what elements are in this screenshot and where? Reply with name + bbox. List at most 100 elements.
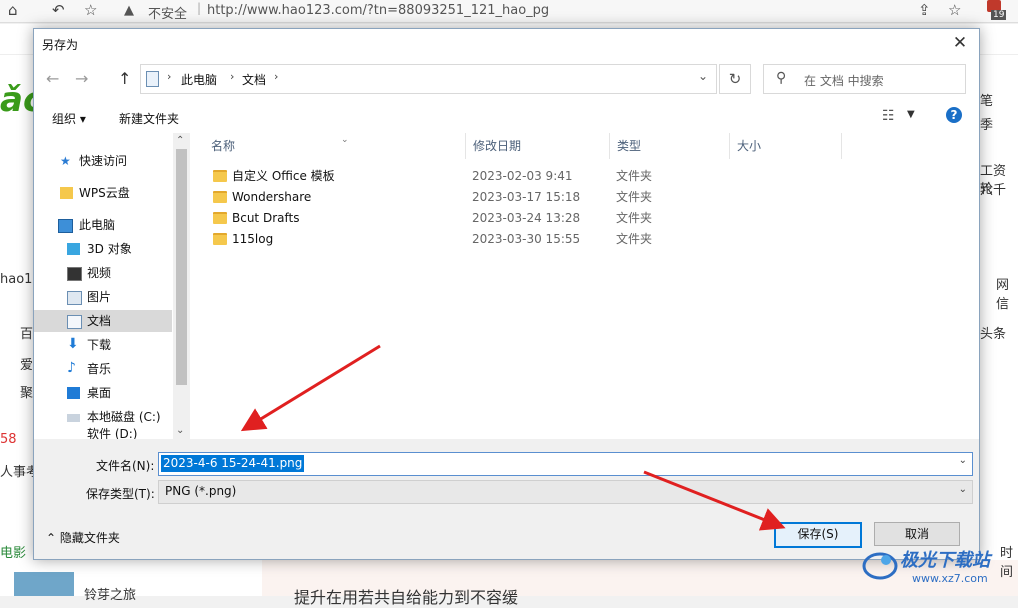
- file-name: Wondershare: [232, 190, 312, 204]
- nav-item-pictures[interactable]: 图片: [34, 286, 172, 308]
- breadcrumb-this-pc[interactable]: 此电脑: [181, 71, 217, 88]
- breadcrumb-documents[interactable]: 文档: [242, 71, 266, 88]
- bg-text: 提升在用若共自给能力到不容缓: [294, 588, 519, 607]
- file-row[interactable]: 115log 2023-03-30 15:55 文件夹: [191, 229, 978, 250]
- file-type: 文件夹: [616, 190, 653, 204]
- search-placeholder: 在 文档 中搜索: [804, 74, 884, 88]
- star-icon[interactable]: ☆: [84, 1, 97, 19]
- folder-icon: [213, 191, 227, 203]
- file-row[interactable]: Bcut Drafts 2023-03-24 13:28 文件夹: [191, 208, 978, 229]
- browser-toolbar: ⌂ ↶ ☆ ▲ 不安全 | http://www.hao123.com/?tn=…: [0, 0, 1018, 23]
- bg-text: 轮: [980, 182, 994, 197]
- nav-item-videos[interactable]: 视频: [34, 262, 172, 284]
- bg-text: 笔: [980, 94, 994, 109]
- video-icon: [67, 267, 82, 281]
- forward-arrow-icon[interactable]: →: [75, 69, 88, 88]
- nav-item-label: 3D 对象: [87, 242, 132, 256]
- search-input[interactable]: ⚲ 在 文档 中搜索: [763, 64, 966, 94]
- file-date: 2023-03-30 15:55: [472, 232, 581, 246]
- filename-input[interactable]: 2023-4-6 15-24-41.png ⌄: [158, 452, 973, 476]
- organize-menu[interactable]: 组织 ▾: [52, 110, 86, 127]
- desktop-icon: [67, 387, 80, 399]
- chevron-down-icon[interactable]: ⌄: [698, 69, 708, 83]
- filetype-select[interactable]: PNG (*.png) ⌄: [158, 480, 973, 504]
- nav-item-label: WPS云盘: [79, 186, 130, 200]
- browser-url[interactable]: http://www.hao123.com/?tn=88093251_121_h…: [207, 3, 549, 18]
- address-separator: |: [197, 1, 202, 15]
- view-dropdown-icon[interactable]: ▼: [907, 109, 915, 120]
- column-header-date[interactable]: 修改日期: [466, 133, 610, 159]
- chevron-down-icon[interactable]: ⌄: [959, 484, 967, 495]
- scroll-up-icon[interactable]: ⌃: [176, 135, 184, 146]
- folder-icon: [213, 233, 227, 245]
- organize-label: 组织: [52, 112, 77, 126]
- watermark-logo: [862, 552, 898, 580]
- thumbnail-image: [14, 572, 74, 596]
- chevron-right-icon[interactable]: ›: [274, 70, 278, 83]
- watermark-url: www.xz7.com: [912, 572, 988, 585]
- hide-folders-label: 隐藏文件夹: [59, 531, 120, 545]
- address-location-icon: [146, 71, 159, 87]
- insecure-label: 不安全: [148, 7, 188, 22]
- nav-item-drive-c[interactable]: 本地磁盘 (C:): [34, 406, 172, 428]
- bookmark-star-icon[interactable]: ☆: [948, 1, 961, 19]
- file-list: ⌄ 名称 修改日期 类型 大小 自定义 Office 模板 2023-02-03…: [191, 133, 978, 439]
- cube-icon: [67, 243, 80, 255]
- new-folder-button[interactable]: 新建文件夹: [119, 110, 179, 127]
- bg-text: 百: [20, 327, 34, 342]
- nav-item-wps-cloud[interactable]: WPS云盘: [34, 182, 172, 204]
- scrollbar-thumb[interactable]: [176, 149, 187, 385]
- sort-caret-icon: ⌄: [341, 135, 349, 145]
- file-row[interactable]: 自定义 Office 模板 2023-02-03 9:41 文件夹: [191, 166, 978, 187]
- music-icon: ♪: [67, 360, 76, 376]
- nav-item-label: 音乐: [87, 362, 112, 376]
- file-date: 2023-03-24 13:28: [472, 211, 581, 225]
- filename-label: 文件名(N):: [96, 459, 155, 473]
- share-icon[interactable]: ⇪: [918, 1, 931, 19]
- bg-text: 电影: [0, 546, 27, 561]
- nav-item-downloads[interactable]: ⬇ 下载: [34, 334, 172, 356]
- nav-item-3d-objects[interactable]: 3D 对象: [34, 238, 172, 260]
- nav-item-music[interactable]: ♪ 音乐: [34, 358, 172, 380]
- bg-text: 58: [0, 432, 17, 447]
- bg-text: 网信: [996, 278, 1010, 312]
- dialog-title: 另存为: [42, 38, 79, 52]
- undo-icon[interactable]: ↶: [52, 1, 65, 19]
- nav-item-label: 本地磁盘 (C:): [87, 410, 161, 424]
- scroll-down-icon[interactable]: ⌄: [176, 425, 184, 436]
- column-header-size[interactable]: 大小: [730, 133, 842, 159]
- drive-icon: [67, 414, 80, 422]
- save-button[interactable]: 保存(S): [774, 522, 862, 548]
- nav-item-this-pc[interactable]: 此电脑: [34, 214, 172, 236]
- column-header-name[interactable]: ⌄ 名称: [204, 133, 466, 159]
- refresh-button[interactable]: ↻: [719, 64, 751, 94]
- cancel-button[interactable]: 取消: [874, 522, 960, 546]
- chevron-right-icon[interactable]: ›: [230, 70, 234, 83]
- folder-icon: [213, 170, 227, 182]
- view-options-icon[interactable]: ☷: [882, 108, 895, 124]
- nav-item-quick-access[interactable]: ★ 快速访问: [34, 150, 172, 172]
- bg-text: 季: [980, 118, 994, 133]
- nav-scrollbar[interactable]: ⌃ ⌄: [173, 133, 190, 439]
- nav-item-drive-d[interactable]: 软件 (D:): [34, 427, 172, 439]
- close-button[interactable]: ✕: [941, 29, 979, 57]
- up-arrow-icon[interactable]: ↑: [118, 69, 131, 88]
- help-icon[interactable]: ?: [946, 107, 962, 123]
- file-type: 文件夹: [616, 211, 653, 225]
- home-icon[interactable]: ⌂: [8, 1, 18, 19]
- column-header-type[interactable]: 类型: [610, 133, 730, 159]
- nav-item-documents[interactable]: 文档: [34, 310, 172, 332]
- computer-icon: [58, 219, 73, 233]
- folder-icon: [213, 212, 227, 224]
- filetype-value: PNG (*.png): [165, 484, 237, 498]
- address-bar[interactable]: › 此电脑 › 文档 › ⌄: [140, 64, 717, 94]
- file-row[interactable]: Wondershare 2023-03-17 15:18 文件夹: [191, 187, 978, 208]
- nav-item-desktop[interactable]: 桌面: [34, 382, 172, 404]
- filename-value[interactable]: 2023-4-6 15-24-41.png: [161, 455, 305, 472]
- download-icon: ⬇: [67, 336, 79, 352]
- chevron-down-icon[interactable]: ⌄: [959, 455, 967, 466]
- search-icon: ⚲: [776, 70, 787, 86]
- hide-folders-toggle[interactable]: ⌃ 隐藏文件夹: [46, 529, 120, 546]
- back-arrow-icon[interactable]: ←: [46, 69, 59, 88]
- bg-text: 爱: [20, 358, 34, 373]
